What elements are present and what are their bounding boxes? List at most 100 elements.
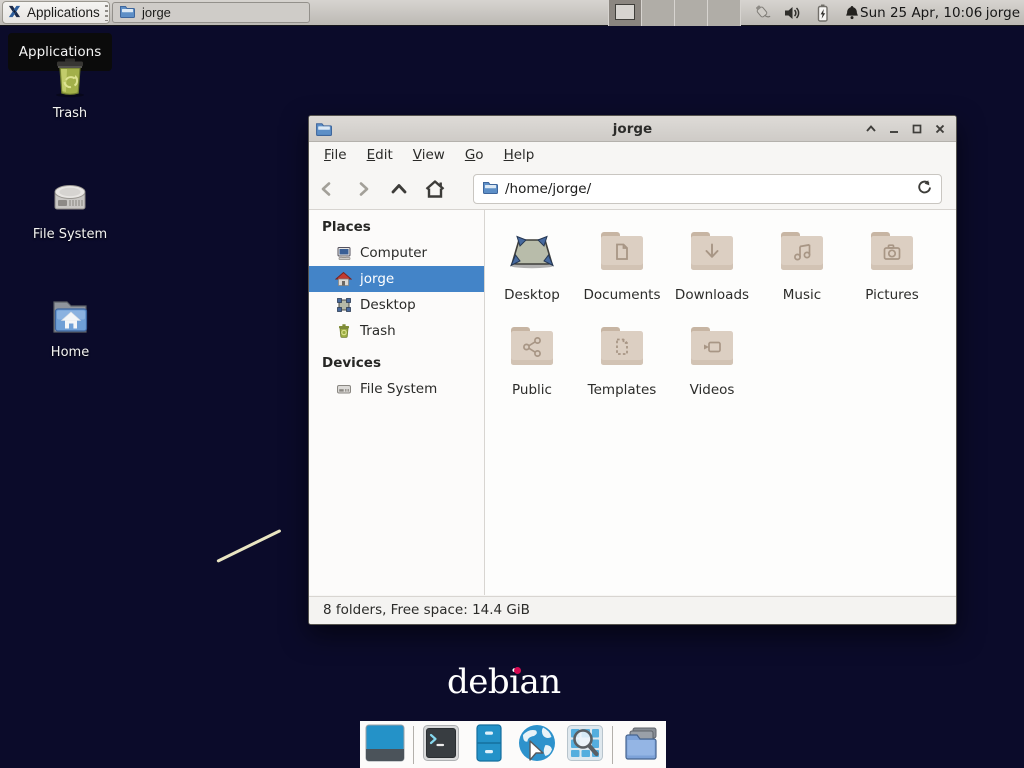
toolbar: /home/jorge/ — [309, 169, 956, 210]
minimize-button[interactable] — [886, 121, 902, 137]
maximize-button[interactable] — [909, 121, 925, 137]
home-icon — [335, 271, 352, 288]
workspace-4[interactable] — [708, 0, 741, 26]
file-item-desktop[interactable]: Desktop — [487, 227, 577, 303]
taskbar-window-label: jorge — [142, 5, 171, 20]
file-item-label: Templates — [577, 382, 667, 398]
top-panel: Applications jorge — [0, 0, 1024, 26]
sidebar-item-desktop[interactable]: Desktop — [309, 292, 484, 318]
file-item-pictures[interactable]: Pictures — [847, 227, 937, 303]
workspace-switcher — [608, 0, 742, 26]
taskbar-window-button[interactable]: jorge — [112, 2, 310, 23]
file-item-downloads[interactable]: Downloads — [667, 227, 757, 303]
folder-public-icon — [508, 322, 556, 370]
battery-charging-icon[interactable] — [812, 2, 832, 24]
dock-separator — [413, 726, 414, 764]
path-input[interactable]: /home/jorge/ — [505, 181, 909, 197]
file-item-label: Desktop — [487, 287, 577, 303]
panel-username[interactable]: jorge — [986, 0, 1020, 26]
panel-drag-handle[interactable] — [105, 5, 108, 21]
file-item-label: Public — [487, 382, 577, 398]
trash-icon — [335, 323, 352, 340]
app-finder-launcher[interactable] — [564, 724, 605, 766]
app-finder-icon — [565, 723, 605, 766]
globe-browser-icon — [517, 723, 557, 766]
menu-help[interactable]: Help — [494, 142, 545, 169]
applications-menu-button[interactable]: Applications — [2, 1, 110, 24]
sidebar-item-label: Trash — [360, 323, 396, 339]
window-folder-icon — [315, 120, 332, 141]
sidebar-header-places: Places — [309, 214, 484, 240]
folder-downloads-icon — [688, 227, 736, 275]
desktop-icon — [335, 297, 352, 314]
files-area[interactable]: Desktop Documents Downloads — [485, 210, 956, 595]
home-button[interactable] — [417, 173, 453, 205]
show-desktop-button[interactable] — [365, 724, 406, 766]
computer-icon — [335, 245, 352, 262]
sidebar-item-trash[interactable]: Trash — [309, 318, 484, 344]
home-folder-icon — [46, 292, 94, 340]
file-item-label: Videos — [667, 382, 757, 398]
titlebar[interactable]: jorge — [309, 116, 956, 142]
desktop-special-icon — [508, 227, 556, 275]
terminal-launcher[interactable] — [421, 724, 462, 766]
desktop-icon-label: File System — [15, 227, 125, 242]
sidebar-item-computer[interactable]: Computer — [309, 240, 484, 266]
sidebar: Places Computer jorge — [309, 210, 485, 595]
folders-icon — [621, 723, 661, 766]
file-item-label: Downloads — [667, 287, 757, 303]
notifications-bell-icon[interactable] — [842, 2, 862, 24]
menu-view[interactable]: View — [403, 142, 455, 169]
stray-line-artifact — [216, 529, 281, 563]
file-cabinet-launcher[interactable] — [469, 724, 510, 766]
file-item-public[interactable]: Public — [487, 322, 577, 398]
location-bar[interactable]: /home/jorge/ — [473, 174, 942, 204]
desktop-icon-home[interactable]: Home — [15, 292, 125, 360]
file-cabinet-icon — [469, 723, 509, 766]
file-item-videos[interactable]: Videos — [667, 322, 757, 398]
audio-volume-icon[interactable] — [782, 2, 802, 24]
menu-edit[interactable]: Edit — [357, 142, 403, 169]
menubar: File Edit View Go Help — [309, 142, 956, 169]
back-button[interactable] — [309, 173, 345, 205]
desktop-icon-label: Home — [15, 345, 125, 360]
sidebar-item-jorge[interactable]: jorge — [309, 266, 484, 292]
folder-icon — [482, 179, 498, 199]
sidebar-item-filesystem[interactable]: File System — [309, 376, 484, 402]
window-title: jorge — [309, 121, 956, 137]
menu-file[interactable]: File — [314, 142, 357, 169]
debian-logo-dot — [514, 667, 521, 674]
workspace-1[interactable] — [609, 0, 642, 26]
workspace-2[interactable] — [642, 0, 675, 26]
sidebar-item-label: jorge — [360, 271, 394, 287]
bottom-dock — [360, 721, 666, 768]
power-plug-icon[interactable] — [752, 2, 772, 24]
file-item-label: Documents — [577, 287, 667, 303]
forward-button[interactable] — [345, 173, 381, 205]
statusbar-text: 8 folders, Free space: 14.4 GiB — [323, 602, 530, 618]
file-item-templates[interactable]: Templates — [577, 322, 667, 398]
reload-button[interactable] — [916, 179, 933, 200]
menu-go[interactable]: Go — [455, 142, 494, 169]
desktop-icon-trash[interactable]: Trash — [15, 53, 125, 121]
folder-music-icon — [778, 227, 826, 275]
statusbar: 8 folders, Free space: 14.4 GiB — [309, 596, 956, 624]
file-item-label: Pictures — [847, 287, 937, 303]
terminal-icon — [421, 723, 461, 766]
close-button[interactable] — [932, 121, 948, 137]
harddrive-icon — [46, 174, 94, 222]
panel-clock[interactable]: Sun 25 Apr, 10:06 — [860, 0, 982, 26]
xfce-x-logo-icon — [7, 4, 22, 22]
desktop-icon-label: Trash — [15, 106, 125, 121]
desktop-icon-filesystem[interactable]: File System — [15, 174, 125, 242]
file-item-documents[interactable]: Documents — [577, 227, 667, 303]
sidebar-item-label: File System — [360, 381, 437, 397]
shade-button[interactable] — [863, 121, 879, 137]
folder-launcher[interactable] — [620, 724, 661, 766]
file-item-music[interactable]: Music — [757, 227, 847, 303]
web-browser-launcher[interactable] — [517, 724, 558, 766]
file-manager-window: jorge File Edit View Go Help — [308, 115, 957, 625]
file-item-label: Music — [757, 287, 847, 303]
workspace-3[interactable] — [675, 0, 708, 26]
up-button[interactable] — [381, 173, 417, 205]
